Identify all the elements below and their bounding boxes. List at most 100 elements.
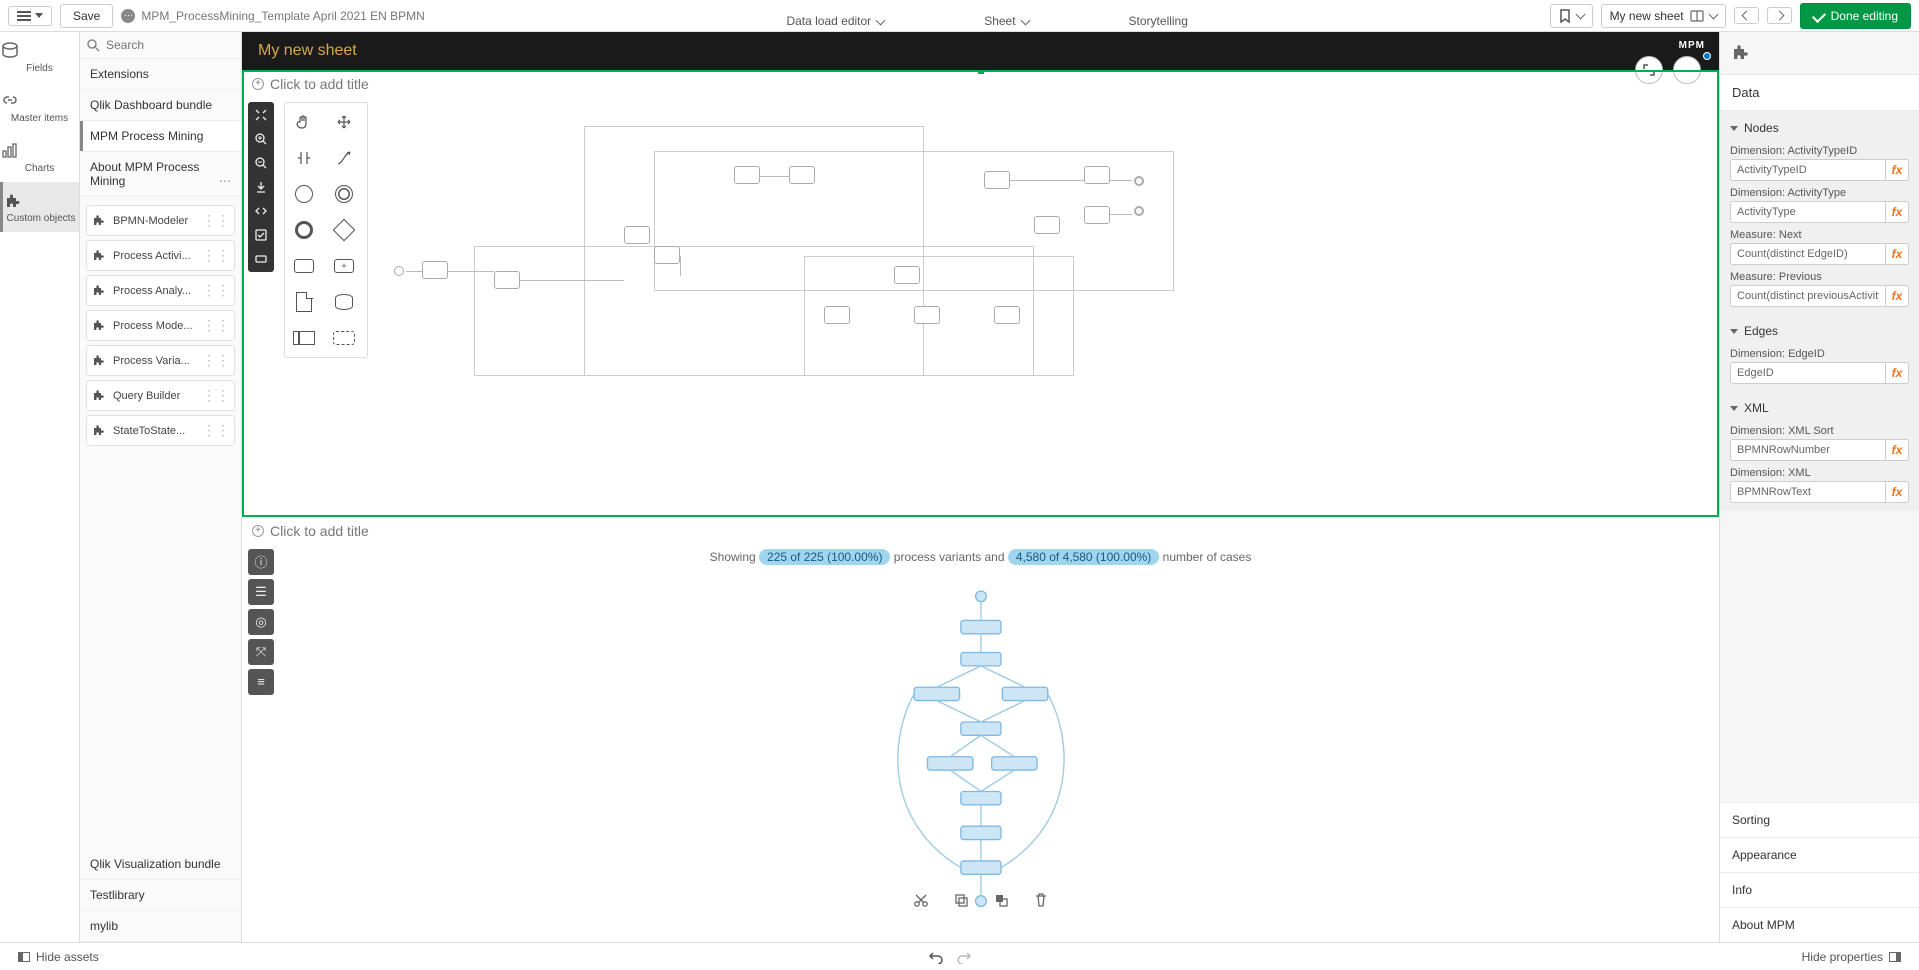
- check-icon[interactable]: [250, 224, 272, 246]
- props-group-nodes-toggle[interactable]: Nodes: [1730, 117, 1909, 139]
- add-icon: +: [252, 525, 264, 537]
- bpmn-diagram[interactable]: [394, 106, 1697, 505]
- ext-item-state-to-state[interactable]: StateToState... ⋮⋮: [86, 415, 235, 446]
- palette-connect-tool[interactable]: [329, 143, 359, 173]
- label-icon[interactable]: [250, 248, 272, 270]
- palette-data-store[interactable]: [329, 287, 359, 317]
- sheet-title-bar[interactable]: My new sheet MPM ⋯: [242, 32, 1719, 70]
- fx-button[interactable]: fx: [1885, 439, 1909, 461]
- palette-hand-tool[interactable]: [289, 107, 319, 137]
- target-icon[interactable]: ◎: [248, 609, 274, 635]
- prop-input-xml[interactable]: [1730, 481, 1885, 503]
- fx-button[interactable]: fx: [1885, 481, 1909, 503]
- section-extensions[interactable]: Extensions: [80, 59, 241, 90]
- props-group-xml-toggle[interactable]: XML: [1730, 397, 1909, 419]
- palette-task[interactable]: [289, 251, 319, 281]
- prop-input-measure-prev[interactable]: [1730, 285, 1885, 307]
- cut-button[interactable]: [913, 892, 929, 908]
- props-section-data[interactable]: Data: [1720, 75, 1919, 111]
- rail-master-items[interactable]: Master items: [0, 82, 79, 132]
- nav-tab-narrate-label: Storytelling: [1129, 14, 1188, 28]
- rail-fields[interactable]: Fields: [0, 32, 79, 82]
- section-about-mpm-label: About MPM Process Mining: [90, 160, 199, 188]
- hide-assets-button[interactable]: Hide assets: [10, 950, 107, 964]
- props-group-edges-toggle[interactable]: Edges: [1730, 320, 1909, 342]
- palette-subprocess[interactable]: [329, 251, 359, 281]
- viz-bpmn-modeler[interactable]: + Click to add title: [242, 70, 1719, 517]
- props-section-info[interactable]: Info: [1720, 872, 1919, 907]
- prev-sheet-button[interactable]: [1734, 7, 1759, 24]
- ext-item-process-activities[interactable]: Process Activi... ⋮⋮: [86, 240, 235, 271]
- props-section-appearance[interactable]: Appearance: [1720, 837, 1919, 872]
- ext-item-label: Process Varia...: [113, 355, 196, 367]
- palette-end-event[interactable]: [289, 215, 319, 245]
- palette-lasso-tool[interactable]: [329, 107, 359, 137]
- summary-pill-variants: 225 of 225 (100.00%): [759, 549, 890, 565]
- prop-label: Measure: Next: [1730, 229, 1909, 241]
- done-editing-button[interactable]: Done editing: [1800, 3, 1911, 29]
- asset-search-input[interactable]: [106, 38, 261, 52]
- props-section-sorting[interactable]: Sorting: [1720, 802, 1919, 837]
- rail-charts[interactable]: Charts: [0, 132, 79, 182]
- prop-input-measure-next[interactable]: [1730, 243, 1885, 265]
- fx-button[interactable]: fx: [1885, 243, 1909, 265]
- fx-button[interactable]: fx: [1885, 201, 1909, 223]
- palette-pool[interactable]: [289, 323, 319, 353]
- zoom-out-icon[interactable]: [250, 152, 272, 174]
- palette-data-object[interactable]: [289, 287, 319, 317]
- ext-item-process-variants[interactable]: Process Varia... ⋮⋮: [86, 345, 235, 376]
- viz-process-analyzer[interactable]: + Click to add title ⓘ ☰ ◎ ⤧ ≡ Showing 2…: [242, 517, 1719, 942]
- section-about-mpm[interactable]: About MPM Process Mining ⋯: [80, 152, 241, 197]
- ext-item-bpmn-modeler[interactable]: BPMN-Modeler ⋮⋮: [86, 205, 235, 236]
- prop-input-activity-type[interactable]: [1730, 201, 1885, 223]
- palette-group[interactable]: [329, 323, 359, 353]
- props-section-about-mpm[interactable]: About MPM: [1720, 907, 1919, 942]
- viz-title-input[interactable]: + Click to add title: [244, 519, 1717, 543]
- download-icon[interactable]: [250, 176, 272, 198]
- fx-button[interactable]: fx: [1885, 362, 1909, 384]
- delete-button[interactable]: [1033, 892, 1049, 908]
- copy-button[interactable]: [953, 892, 969, 908]
- section-qlik-dashboard[interactable]: Qlik Dashboard bundle: [80, 90, 241, 121]
- prop-input-edgeid[interactable]: [1730, 362, 1885, 384]
- next-sheet-button[interactable]: [1767, 7, 1792, 24]
- ext-item-process-analyzer[interactable]: Process Analy... ⋮⋮: [86, 275, 235, 306]
- undo-redo-group: [928, 950, 972, 964]
- prop-input-xml-sort[interactable]: [1730, 439, 1885, 461]
- ext-item-process-modeler[interactable]: Process Mode... ⋮⋮: [86, 310, 235, 341]
- code-icon[interactable]: [250, 200, 272, 222]
- info-icon[interactable]: ⓘ: [248, 549, 274, 575]
- branch-icon[interactable]: ⤧: [248, 639, 274, 665]
- prop-input-activity-type-id[interactable]: [1730, 159, 1885, 181]
- zoom-in-icon[interactable]: [250, 128, 272, 150]
- summary-mid: process variants and: [894, 550, 1005, 564]
- viz-title-input[interactable]: + Click to add title: [244, 72, 1717, 96]
- section-testlibrary[interactable]: Testlibrary: [80, 880, 241, 911]
- ext-item-query-builder[interactable]: Query Builder ⋮⋮: [86, 380, 235, 411]
- fx-button[interactable]: fx: [1885, 285, 1909, 307]
- fit-icon[interactable]: [250, 104, 272, 126]
- menu-icon[interactable]: ≡: [248, 669, 274, 695]
- palette-intermediate-event[interactable]: [329, 179, 359, 209]
- hide-properties-button[interactable]: Hide properties: [1794, 950, 1909, 964]
- list-icon[interactable]: ☰: [248, 579, 274, 605]
- undo-button[interactable]: [928, 950, 944, 964]
- redo-button[interactable]: [956, 950, 972, 964]
- section-qlik-viz-bundle[interactable]: Qlik Visualization bundle: [80, 849, 241, 880]
- palette-gateway[interactable]: [329, 215, 359, 245]
- sheet-selector-button[interactable]: My new sheet: [1601, 4, 1726, 28]
- rail-custom-objects[interactable]: Custom objects: [0, 182, 79, 232]
- paste-button[interactable]: [993, 892, 1009, 908]
- save-button[interactable]: Save: [60, 4, 113, 28]
- section-mylib[interactable]: mylib: [80, 911, 241, 942]
- process-graph[interactable]: [760, 583, 1202, 930]
- fx-button[interactable]: fx: [1885, 159, 1909, 181]
- bookmarks-button[interactable]: [1550, 4, 1593, 28]
- palette-start-event[interactable]: [289, 179, 319, 209]
- global-menu-button[interactable]: [8, 6, 52, 26]
- puzzle-icon: [91, 423, 107, 439]
- section-mpm-process-mining[interactable]: MPM Process Mining: [80, 121, 241, 152]
- selection-handle[interactable]: [978, 70, 984, 74]
- palette-space-tool[interactable]: [289, 143, 319, 173]
- asset-search[interactable]: [80, 32, 241, 59]
